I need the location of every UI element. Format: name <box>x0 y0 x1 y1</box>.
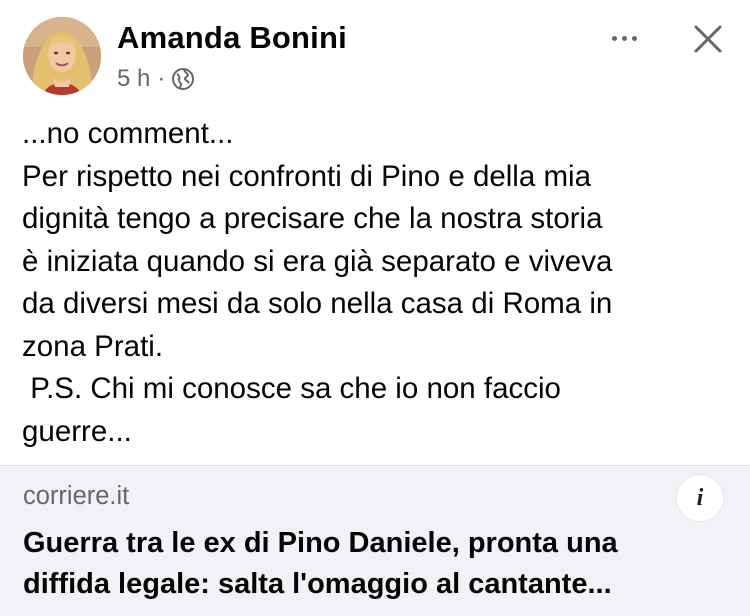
link-title[interactable]: Guerra tra le ex di Pino Daniele, pronta… <box>23 523 738 605</box>
more-options-button[interactable] <box>600 20 648 56</box>
post-text-line: ...no comment... <box>22 117 234 150</box>
close-button[interactable] <box>686 19 730 59</box>
meta-separator: · <box>157 65 166 92</box>
facebook-post: Amanda Bonini 5 h · ...no comment... Per… <box>0 0 750 616</box>
avatar-image <box>23 17 101 95</box>
post-text-line: è iniziata quando si era già separato e … <box>22 244 613 278</box>
author-name[interactable]: Amanda Bonini <box>117 20 347 56</box>
link-title-line: Guerra tra le ex di Pino Daniele, pronta… <box>23 527 618 559</box>
more-dot <box>631 35 637 41</box>
post-text-line: Per rispetto nei confronti di Pino e del… <box>22 159 591 193</box>
info-icon: i <box>696 484 704 511</box>
post-text-line: da diversi mesi da solo nella casa di Ro… <box>22 287 613 320</box>
more-dot <box>621 35 627 41</box>
info-button[interactable]: i <box>677 475 723 521</box>
more-horizontal-icon <box>611 35 617 41</box>
close-icon <box>694 25 722 53</box>
post-meta: 5 h · <box>117 63 195 95</box>
post-text-line: dignità tengo a precisare che la nostra … <box>22 202 603 235</box>
post-text-line: P.S. Chi mi conosce sa che io non faccio <box>22 372 561 405</box>
post-timestamp[interactable]: 5 h <box>117 65 150 93</box>
link-preview-card[interactable]: i corriere.it Guerra tra le ex di Pino D… <box>0 465 750 616</box>
post-header: Amanda Bonini 5 h · <box>0 0 750 110</box>
post-text-line: zona Prati. <box>22 329 164 363</box>
globe-icon[interactable] <box>171 67 195 91</box>
post-text-line: guerre... <box>22 414 132 448</box>
author-avatar[interactable] <box>23 17 101 95</box>
post-message: ...no comment... Per rispetto nei confro… <box>22 113 734 453</box>
link-title-line: diffida legale: salta l'omaggio al canta… <box>23 568 612 600</box>
link-domain: corriere.it <box>23 482 130 510</box>
